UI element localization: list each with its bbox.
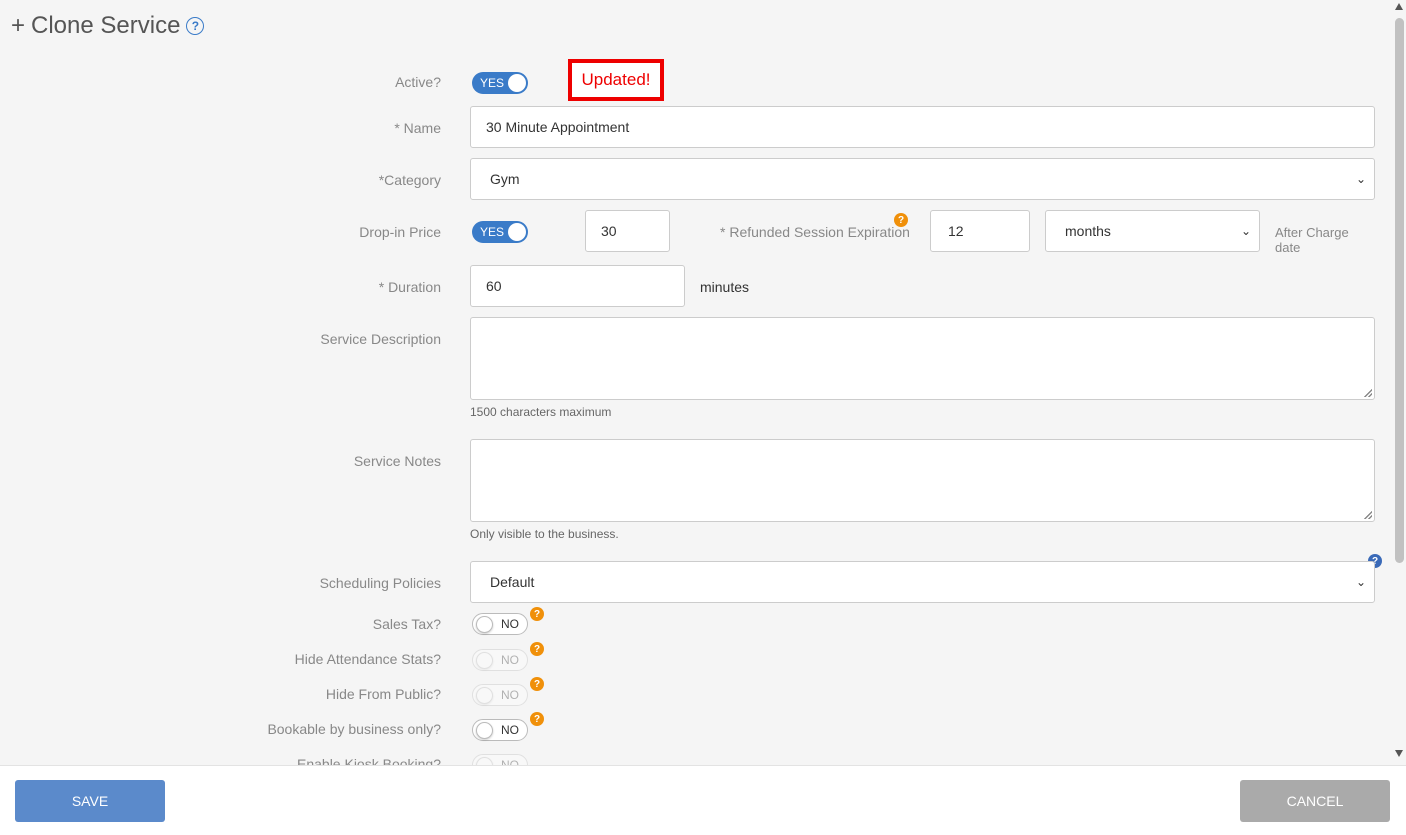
help-icon[interactable]: ? <box>530 642 544 656</box>
notes-hint: Only visible to the business. <box>470 527 619 541</box>
page-title-text: Clone Service <box>31 12 181 39</box>
name-input[interactable]: 30 Minute Appointment <box>470 106 1375 148</box>
dropin-label: Drop-in Price <box>359 224 441 240</box>
kiosk-label: Enable Kiosk Booking? <box>297 756 441 765</box>
cancel-button[interactable]: CANCEL <box>1240 780 1390 822</box>
scheduling-label: Scheduling Policies <box>319 575 441 591</box>
chevron-down-icon: ⌄ <box>1355 172 1366 186</box>
description-label: Service Description <box>320 331 441 347</box>
kiosk-toggle[interactable]: NO <box>472 754 528 765</box>
footer-bar: SAVE CANCEL <box>0 765 1406 835</box>
toggle-knob <box>508 74 526 92</box>
refund-expiration-input[interactable]: 12 <box>930 210 1030 252</box>
scheduling-select[interactable]: Default ⌄ <box>470 561 1375 603</box>
name-value: 30 Minute Appointment <box>486 119 630 135</box>
dropin-price-value: 30 <box>601 223 617 239</box>
plus-icon: + <box>11 12 26 39</box>
category-value: Gym <box>490 171 520 187</box>
name-label: * Name <box>394 120 441 136</box>
resize-handle[interactable] <box>1364 389 1372 397</box>
toggle-knob <box>476 757 493 765</box>
form-scroll-area: + Clone Service ? Active? YES Updated! *… <box>0 0 1392 765</box>
bookable-toggle-text: NO <box>501 723 519 737</box>
toggle-knob <box>476 687 493 704</box>
toggle-knob <box>476 652 493 669</box>
resize-handle[interactable] <box>1364 511 1372 519</box>
vertical-scrollbar[interactable] <box>1392 0 1406 765</box>
help-icon[interactable]: ? <box>186 17 205 35</box>
chevron-down-icon: ⌄ <box>1240 224 1251 238</box>
category-label: *Category <box>378 172 441 188</box>
toggle-knob <box>476 616 493 633</box>
sales-tax-label: Sales Tax? <box>372 616 441 632</box>
duration-value: 60 <box>486 278 502 294</box>
toggle-knob <box>476 722 493 739</box>
refund-unit-select[interactable]: months ⌄ <box>1045 210 1260 252</box>
page-title: + Clone Service ? <box>11 12 205 40</box>
refund-expiration-value: 12 <box>948 223 964 239</box>
scroll-down-icon[interactable] <box>1395 750 1403 757</box>
sales-tax-toggle-text: NO <box>501 617 519 631</box>
help-icon[interactable]: ? <box>894 213 908 227</box>
bookable-toggle[interactable]: NO <box>472 719 528 741</box>
category-select[interactable]: Gym ⌄ <box>470 158 1375 200</box>
hide-public-label: Hide From Public? <box>325 686 441 702</box>
kiosk-toggle-text: NO <box>501 758 519 765</box>
refund-unit-value: months <box>1065 223 1111 239</box>
active-label: Active? <box>395 74 441 90</box>
toggle-knob <box>508 223 526 241</box>
description-textarea[interactable] <box>470 317 1375 400</box>
hide-attendance-toggle[interactable]: NO <box>472 649 528 671</box>
duration-input[interactable]: 60 <box>470 265 685 307</box>
dropin-toggle[interactable]: YES <box>472 221 528 243</box>
hide-attendance-label: Hide Attendance Stats? <box>294 651 441 667</box>
hide-public-toggle-text: NO <box>501 688 519 702</box>
dropin-toggle-text: YES <box>480 225 505 239</box>
updated-badge: Updated! <box>568 59 664 101</box>
duration-unit: minutes <box>700 279 750 295</box>
notes-label: Service Notes <box>353 453 441 469</box>
chevron-down-icon: ⌄ <box>1355 575 1366 589</box>
scheduling-value: Default <box>490 574 535 590</box>
help-icon[interactable]: ? <box>530 712 544 726</box>
scrollbar-thumb[interactable] <box>1395 18 1404 563</box>
description-hint: 1500 characters maximum <box>470 405 612 419</box>
after-charge-label: After Charge date <box>1275 225 1349 255</box>
save-button[interactable]: SAVE <box>15 780 165 822</box>
hide-attendance-toggle-text: NO <box>501 653 519 667</box>
scroll-up-icon[interactable] <box>1395 3 1403 10</box>
notes-textarea[interactable] <box>470 439 1375 522</box>
help-icon[interactable]: ? <box>530 677 544 691</box>
refund-label: * Refunded Session Expiration <box>720 224 910 240</box>
sales-tax-toggle[interactable]: NO <box>472 613 528 635</box>
hide-public-toggle[interactable]: NO <box>472 684 528 706</box>
active-toggle-text: YES <box>480 76 505 90</box>
dropin-price-input[interactable]: 30 <box>585 210 670 252</box>
active-toggle[interactable]: YES <box>472 72 528 94</box>
duration-label: * Duration <box>378 279 441 295</box>
help-icon[interactable]: ? <box>530 607 544 621</box>
bookable-label: Bookable by business only? <box>267 721 441 737</box>
